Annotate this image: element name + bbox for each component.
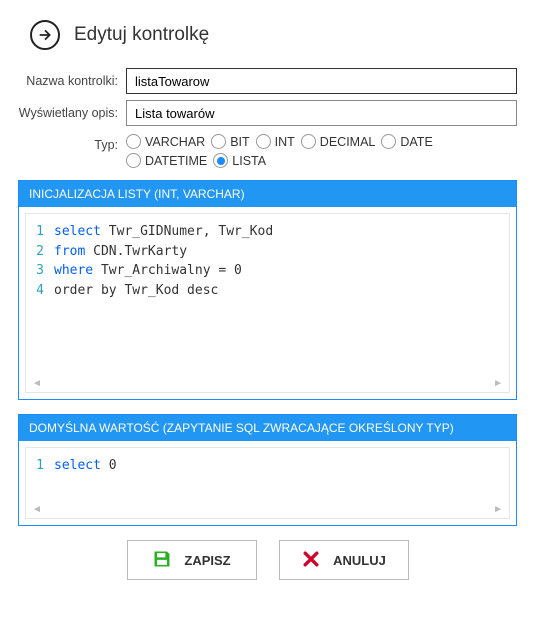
- radio-label: INT: [275, 135, 295, 149]
- type-label: Typ:: [18, 132, 126, 152]
- radio-icon: [126, 153, 141, 168]
- default-section: DOMYŚLNA WARTOŚĆ (ZAPYTANIE SQL ZWRACAJĄ…: [18, 414, 517, 526]
- row-name: Nazwa kontrolki:: [18, 68, 517, 94]
- type-radio-int[interactable]: INT: [256, 134, 295, 149]
- code-line: 4order by Twr_Kod desc: [32, 281, 503, 301]
- radio-icon: [213, 153, 228, 168]
- radio-icon: [301, 134, 316, 149]
- code-line: 1select 0: [32, 456, 503, 476]
- save-button-label: ZAPISZ: [184, 553, 230, 568]
- scrollbar-horizontal[interactable]: ◄►: [32, 503, 503, 515]
- type-radio-lista[interactable]: LISTA: [213, 153, 266, 168]
- code-line: 2from CDN.TwrKarty: [32, 242, 503, 262]
- radio-label: VARCHAR: [145, 135, 205, 149]
- type-radio-varchar[interactable]: VARCHAR: [126, 134, 205, 149]
- radio-icon: [381, 134, 396, 149]
- radio-icon: [211, 134, 226, 149]
- dialog-header: Edytuj kontrolkę: [30, 20, 517, 50]
- line-number: 1: [32, 456, 54, 476]
- cancel-button[interactable]: ANULUJ: [279, 540, 409, 580]
- radio-label: BIT: [230, 135, 249, 149]
- scrollbar-horizontal[interactable]: ◄►: [32, 377, 503, 389]
- radio-label: DATE: [400, 135, 432, 149]
- default-section-header: DOMYŚLNA WARTOŚĆ (ZAPYTANIE SQL ZWRACAJĄ…: [19, 415, 516, 441]
- line-number: 4: [32, 281, 54, 301]
- save-button[interactable]: ZAPISZ: [127, 540, 257, 580]
- code-content: from CDN.TwrKarty: [54, 242, 187, 262]
- radio-label: DATETIME: [145, 154, 207, 168]
- type-radio-date[interactable]: DATE: [381, 134, 432, 149]
- radio-icon: [126, 134, 141, 149]
- radio-label: DECIMAL: [320, 135, 376, 149]
- code-content: order by Twr_Kod desc: [54, 281, 218, 301]
- button-row: ZAPISZ ANULUJ: [18, 540, 517, 580]
- type-radio-bit[interactable]: BIT: [211, 134, 249, 149]
- arrow-right-icon: [30, 20, 60, 50]
- desc-input[interactable]: [126, 100, 517, 126]
- code-content: select Twr_GIDNumer, Twr_Kod: [54, 222, 273, 242]
- name-input[interactable]: [126, 68, 517, 94]
- save-icon: [152, 549, 172, 572]
- code-content: where Twr_Archiwalny = 0: [54, 261, 242, 281]
- line-number: 3: [32, 261, 54, 281]
- page-title: Edytuj kontrolkę: [74, 24, 209, 46]
- type-radio-group: VARCHAR BIT INT DECIMAL DATE DATETIME LISTA: [126, 132, 517, 174]
- row-desc: Wyświetlany opis:: [18, 100, 517, 126]
- default-code-area[interactable]: 1select 0 ◄►: [25, 447, 510, 519]
- row-type: Typ: VARCHAR BIT INT DECIMAL DATE DATETIME LIS…: [18, 132, 517, 174]
- radio-label: LISTA: [232, 154, 266, 168]
- code-line: 3where Twr_Archiwalny = 0: [32, 261, 503, 281]
- name-label: Nazwa kontrolki:: [18, 74, 126, 88]
- init-section: INICJALIZACJA LISTY (INT, VARCHAR) 1sele…: [18, 180, 517, 400]
- init-section-header: INICJALIZACJA LISTY (INT, VARCHAR): [19, 181, 516, 207]
- line-number: 1: [32, 222, 54, 242]
- desc-label: Wyświetlany opis:: [18, 106, 126, 120]
- type-radio-datetime[interactable]: DATETIME: [126, 153, 207, 168]
- code-line: 1select Twr_GIDNumer, Twr_Kod: [32, 222, 503, 242]
- line-number: 2: [32, 242, 54, 262]
- type-radio-decimal[interactable]: DECIMAL: [301, 134, 376, 149]
- code-content: select 0: [54, 456, 117, 476]
- init-code-area[interactable]: 1select Twr_GIDNumer, Twr_Kod2from CDN.T…: [25, 213, 510, 393]
- cancel-button-label: ANULUJ: [333, 553, 386, 568]
- radio-icon: [256, 134, 271, 149]
- close-icon: [301, 549, 321, 572]
